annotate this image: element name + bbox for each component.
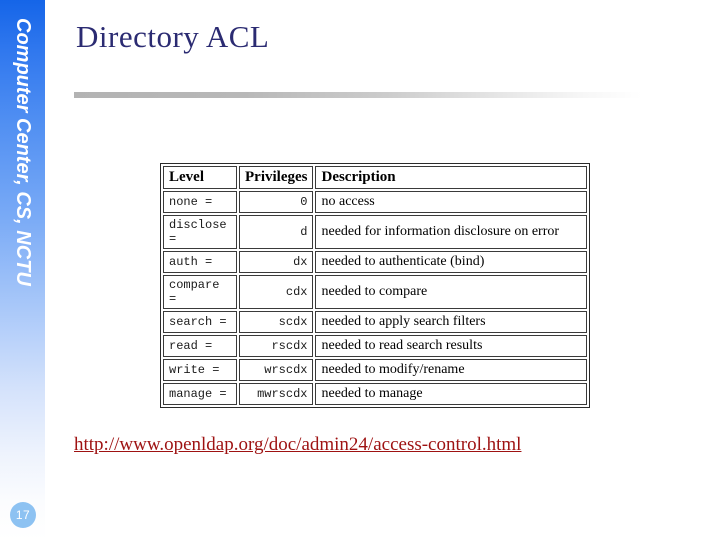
cell-description: needed to modify/rename <box>315 359 588 381</box>
acl-table-container: Level Privileges Description none = 0 no… <box>160 163 591 408</box>
table-header-row: Level Privileges Description <box>163 166 588 189</box>
cell-level: none = <box>163 191 237 213</box>
cell-level: compare = <box>163 275 237 309</box>
column-header-description: Description <box>315 166 588 189</box>
cell-description: no access <box>315 191 588 213</box>
cell-privileges: wrscdx <box>239 359 314 381</box>
table-row: disclose = d needed for information disc… <box>163 215 588 249</box>
cell-privileges: 0 <box>239 191 314 213</box>
column-header-privileges: Privileges <box>239 166 314 189</box>
cell-description: needed to read search results <box>315 335 588 357</box>
cell-description: needed to authenticate (bind) <box>315 251 588 273</box>
cell-description: needed to compare <box>315 275 588 309</box>
cell-level: manage = <box>163 383 237 405</box>
table-head: Level Privileges Description <box>163 166 588 189</box>
cell-description: needed for information disclosure on err… <box>315 215 588 249</box>
cell-level: auth = <box>163 251 237 273</box>
cell-level: search = <box>163 311 237 333</box>
table-row: search = scdx needed to apply search fil… <box>163 311 588 333</box>
table-row: compare = cdx needed to compare <box>163 275 588 309</box>
table-body: none = 0 no access disclose = d needed f… <box>163 191 588 405</box>
cell-description: needed to manage <box>315 383 588 405</box>
cell-level: disclose = <box>163 215 237 249</box>
table-row: read = rscdx needed to read search resul… <box>163 335 588 357</box>
title-divider-rule <box>74 92 642 98</box>
slide-canvas: Computer Center, CS, NCTU 17 Directory A… <box>0 0 720 540</box>
page-title: Directory ACL <box>76 19 270 54</box>
table-row: auth = dx needed to authenticate (bind) <box>163 251 588 273</box>
cell-level: read = <box>163 335 237 357</box>
sidebar-rotated-text-wrapper: Computer Center, CS, NCTU <box>0 0 45 540</box>
table-row: write = wrscdx needed to modify/rename <box>163 359 588 381</box>
cell-description: needed to apply search filters <box>315 311 588 333</box>
cell-privileges: cdx <box>239 275 314 309</box>
slide-page-number: 17 <box>10 502 36 528</box>
slide-sidebar-banner: Computer Center, CS, NCTU 17 <box>0 0 45 540</box>
cell-privileges: rscdx <box>239 335 314 357</box>
source-url-link[interactable]: http://www.openldap.org/doc/admin24/acce… <box>74 434 521 456</box>
cell-privileges: d <box>239 215 314 249</box>
acl-privileges-table: Level Privileges Description none = 0 no… <box>160 163 591 408</box>
cell-privileges: mwrscdx <box>239 383 314 405</box>
column-header-level: Level <box>163 166 237 189</box>
cell-privileges: scdx <box>239 311 314 333</box>
table-row: manage = mwrscdx needed to manage <box>163 383 588 405</box>
cell-privileges: dx <box>239 251 314 273</box>
table-row: none = 0 no access <box>163 191 588 213</box>
cell-level: write = <box>163 359 237 381</box>
sidebar-banner-label: Computer Center, CS, NCTU <box>12 18 34 286</box>
